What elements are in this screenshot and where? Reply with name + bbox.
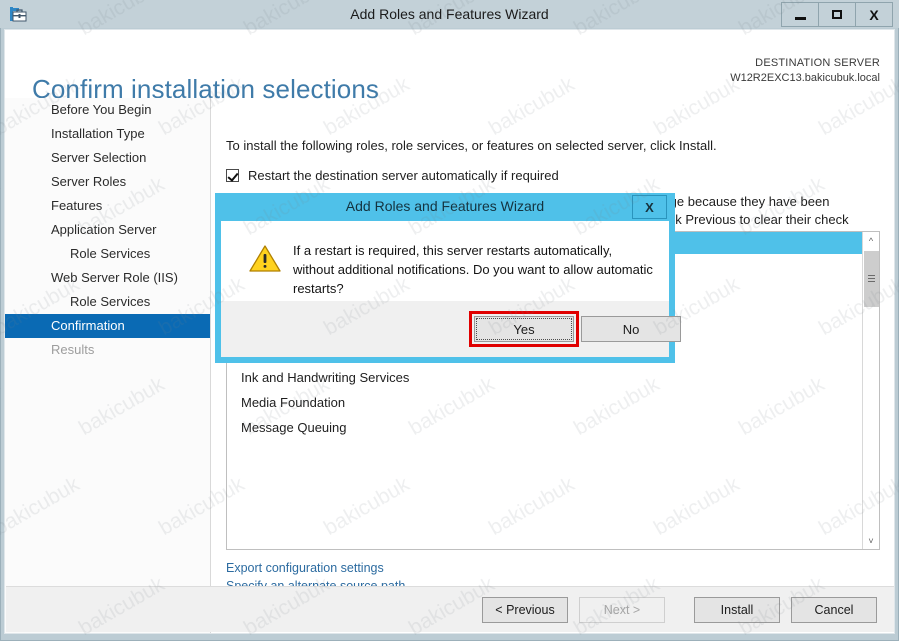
sidebar-item-server-selection[interactable]: Server Selection [5,146,210,170]
restart-confirmation-dialog: Add Roles and Features Wizard X If a res… [215,193,681,363]
sidebar-item-server-roles[interactable]: Server Roles [5,170,210,194]
wizard-footer: < Previous Next > Install Cancel [6,586,894,632]
chevron-up-icon[interactable]: ^ [863,232,879,249]
scrollbar-thumb[interactable] [864,251,879,307]
sidebar-item-label: Server Selection [51,150,147,165]
window-titlebar: Add Roles and Features Wizard X [0,0,899,28]
install-button[interactable]: Install [694,597,780,623]
sidebar-item-results: Results [5,338,210,362]
window-controls: X [781,2,893,27]
dialog-title: Add Roles and Features Wizard [345,198,545,214]
destination-server-label: DESTINATION SERVER [755,57,880,69]
dialog-body: If a restart is required, this server re… [221,221,669,301]
export-configuration-link[interactable]: Export configuration settings [226,559,405,577]
sidebar-item-features[interactable]: Features [5,194,210,218]
previous-button[interactable]: < Previous [482,597,568,623]
destination-server-block: DESTINATION SERVER W12R2EXC13.bakicubuk.… [730,56,880,86]
wizard-content: To install the following roles, role ser… [212,98,894,633]
sidebar-item-application-server[interactable]: Application Server [5,218,210,242]
minimize-icon [794,16,806,20]
footer-buttons: < Previous Next > Install Cancel [482,597,877,623]
close-icon: X [645,199,654,215]
restart-checkbox[interactable] [226,169,239,182]
chevron-down-icon[interactable]: ˅ [863,532,879,549]
sidebar-item-label: Application Server [51,222,157,237]
sidebar-item-label: Features [51,198,103,213]
dialog-footer: Yes No [221,301,681,357]
dialog-no-button[interactable]: No [581,316,681,342]
warning-triangle-icon [249,244,281,273]
sidebar-item-web-server-role-iis[interactable]: Web Server Role (IIS) [5,266,210,290]
intro-text: To install the following roles, role ser… [226,138,717,153]
sidebar-item-confirmation[interactable]: Confirmation [5,314,210,338]
maximize-button[interactable] [818,2,856,27]
list-vertical-scrollbar[interactable]: ^ ˅ [862,232,879,549]
close-button[interactable]: X [855,2,893,27]
maximize-icon [832,10,842,19]
sidebar-item-label: Results [51,342,95,357]
sidebar-item-installation-type[interactable]: Installation Type [5,122,210,146]
sidebar-item-label: Role Services [70,294,151,309]
wizard-sidebar: Before You Begin Installation Type Server … [5,98,211,633]
sidebar-item-role-services[interactable]: Role Services [5,242,210,266]
next-button: Next > [579,597,665,623]
list-item: Media Foundation [241,395,346,410]
sidebar-item-label: Web Server Role (IIS) [51,270,178,285]
sidebar-item-role-services[interactable]: Role Services [5,290,210,314]
sidebar-item-label: Server Roles [51,174,127,189]
restart-checkbox-row[interactable]: Restart the destination server automatic… [226,168,559,183]
close-icon: X [869,6,879,23]
sidebar-item-label: Before You Begin [51,102,152,117]
dialog-yes-button[interactable]: Yes [474,316,574,342]
window-title: Add Roles and Features Wizard [350,6,549,22]
sidebar-item-before-you-begin[interactable]: Before You Begin [5,98,210,122]
destination-server-name: W12R2EXC13.bakicubuk.local [730,72,880,84]
sidebar-item-label: Role Services [70,246,151,261]
sidebar-item-label: Installation Type [51,126,145,141]
sidebar-item-label: Confirmation [51,318,125,333]
dialog-close-button[interactable]: X [632,195,667,219]
list-item: Ink and Handwriting Services [241,370,410,385]
dialog-message: If a restart is required, this server re… [293,243,653,296]
minimize-button[interactable] [781,2,819,27]
restart-checkbox-label: Restart the destination server automatic… [248,168,559,183]
cancel-button[interactable]: Cancel [791,597,877,623]
list-item: Message Queuing [241,420,347,435]
wizard-window: Add Roles and Features Wizard X Confirm … [0,0,899,641]
